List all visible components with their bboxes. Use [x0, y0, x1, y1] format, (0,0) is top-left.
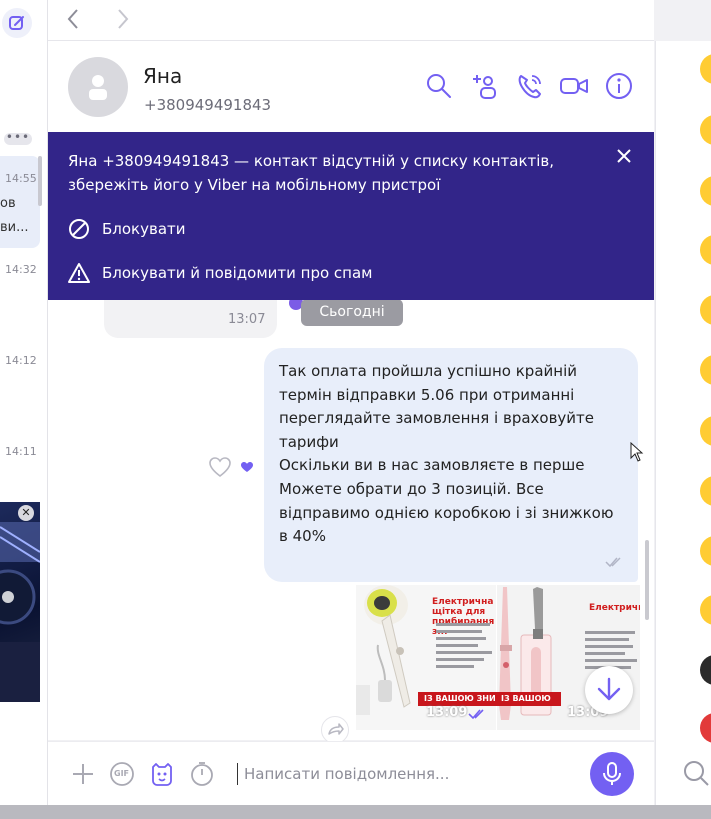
unknown-contact-banner: Яна +380949491843 — контакт відсутній у …	[48, 132, 654, 300]
contact-name: Яна	[143, 64, 183, 88]
search-icon[interactable]	[424, 71, 454, 101]
video-call-icon[interactable]	[559, 71, 589, 101]
add-participant-icon[interactable]	[470, 71, 500, 101]
window-bottom-edge	[0, 805, 711, 819]
message-time: 13:07	[228, 312, 266, 327]
photo-time: 13:09	[426, 705, 468, 720]
chat-list-scrollbar[interactable]	[38, 156, 42, 206]
text-caret	[237, 763, 238, 785]
video-preview-art	[0, 522, 40, 702]
photo-status-check-icon	[468, 705, 486, 724]
emoji-sad-icon[interactable]	[700, 595, 711, 625]
chat-header: Яна +380949491843	[48, 41, 654, 131]
emoji-panel	[655, 41, 711, 805]
contact-phone: +380949491843	[144, 96, 272, 114]
emoji-happy-icon[interactable]	[700, 355, 711, 385]
chat-list-panel: ••• 14:55 ов ви... 14:32 14:12 14:11 ✕	[0, 0, 48, 805]
reaction-heart-icon[interactable]	[236, 458, 258, 476]
close-icon[interactable]	[614, 146, 634, 166]
chat-list-snippet: ов	[0, 196, 16, 211]
product-photo-brush[interactable]: Електрична щітка для прибирання з... ІЗ …	[356, 585, 504, 730]
forward-share-icon[interactable]	[321, 716, 349, 744]
emoji-tears-icon[interactable]	[700, 176, 711, 206]
banner-message: Яна +380949491843 — контакт відсутній у …	[68, 152, 555, 194]
emoji-heart-icon[interactable]	[700, 713, 711, 743]
chat-scrollbar[interactable]	[645, 540, 649, 620]
emoji-search-icon[interactable]	[682, 759, 710, 787]
timer-icon[interactable]	[189, 761, 215, 787]
emoji-sunglasses-icon[interactable]	[700, 655, 711, 685]
video-preview-thumbnail[interactable]: ✕	[0, 502, 40, 702]
back-arrow-icon[interactable]	[66, 6, 80, 38]
warning-icon	[68, 263, 90, 283]
call-icon[interactable]	[515, 71, 545, 101]
close-icon[interactable]: ✕	[18, 505, 34, 521]
chat-list-time: 14:12	[5, 354, 37, 367]
emoji-grin-icon[interactable]	[700, 235, 711, 265]
photo-promo-strip: ІЗ ВАШОЮ ЗНИ	[418, 692, 504, 706]
block-report-spam-button[interactable]: Блокувати й повідомити про спам	[68, 262, 373, 284]
date-divider: Сьогодні	[301, 299, 403, 326]
message-bubble-outgoing[interactable]: Так оплата пройшла успішно крайній термі…	[264, 348, 638, 582]
block-report-spam-label: Блокувати й повідомити про спам	[102, 264, 373, 282]
microphone-button[interactable]	[590, 752, 634, 796]
scroll-to-bottom-button[interactable]	[585, 666, 633, 714]
arrow-down-icon	[597, 677, 621, 701]
message-status-check-icon	[605, 556, 623, 572]
message-text: Так оплата пройшла успішно крайній термі…	[279, 362, 614, 546]
info-icon[interactable]	[604, 71, 634, 101]
emoji-laugh-icon[interactable]	[700, 115, 711, 145]
avatar[interactable]	[68, 57, 128, 117]
message-input[interactable]	[242, 760, 586, 788]
emoji-wink-icon[interactable]	[700, 295, 711, 325]
more-options-icon[interactable]: •••	[4, 131, 32, 145]
block-label: Блокувати	[102, 220, 186, 238]
block-icon	[69, 219, 89, 239]
composer-bar: GIF	[48, 741, 654, 806]
sticker-icon[interactable]	[149, 761, 175, 787]
compose-icon[interactable]	[2, 8, 32, 38]
forward-arrow-icon[interactable]	[116, 6, 130, 38]
emoji-cool-icon[interactable]	[700, 536, 711, 566]
chat-list-time: 14:55	[5, 172, 37, 185]
emoji-surprised-icon[interactable]	[700, 416, 711, 446]
navigation-bar	[48, 0, 654, 41]
mouse-cursor-icon	[630, 441, 644, 462]
photo-caption-lines	[432, 623, 496, 674]
photo-title: Електрична...	[589, 603, 640, 613]
chat-list-snippet: ви...	[0, 220, 29, 235]
chat-list-time: 14:11	[5, 445, 37, 458]
gif-icon[interactable]: GIF	[109, 761, 135, 787]
microphone-icon	[603, 762, 621, 785]
block-button[interactable]: Блокувати	[68, 218, 186, 240]
like-heart-icon[interactable]	[208, 456, 232, 478]
emoji-smile-icon[interactable]	[700, 54, 711, 84]
avatar-person-icon	[89, 75, 107, 100]
gif-label: GIF	[114, 769, 130, 778]
emoji-blush-icon[interactable]	[700, 476, 711, 506]
plus-icon[interactable]	[70, 761, 96, 787]
chat-list-time: 14:32	[5, 263, 37, 276]
photo-promo-strip: ІЗ ВАШОЮ ЗНИ	[497, 692, 561, 706]
